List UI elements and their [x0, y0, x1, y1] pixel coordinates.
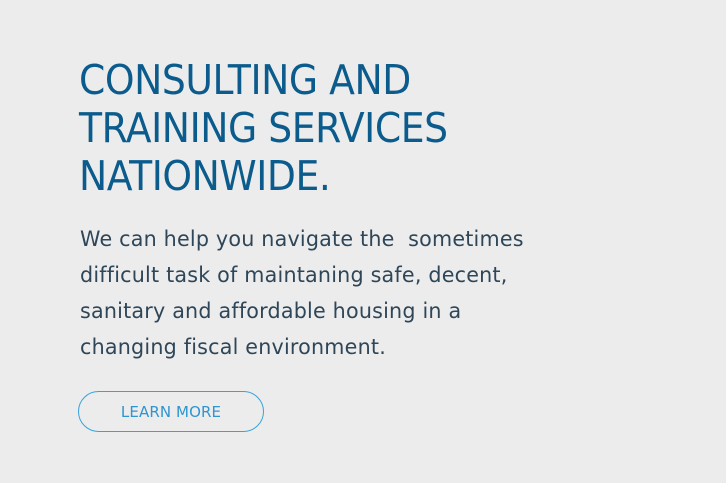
description-line: We can help you navigate the sometimes	[80, 227, 524, 251]
hero-section: CONSULTING AND TRAINING SERVICES NATIONW…	[79, 56, 639, 200]
learn-more-button[interactable]: LEARN MORE	[78, 391, 264, 432]
description-line: changing fiscal environment.	[80, 335, 386, 359]
description-line: sanitary and affordable housing in a	[80, 299, 462, 323]
headline-line: CONSULTING AND	[79, 56, 411, 104]
headline-line: TRAINING SERVICES	[79, 104, 448, 152]
hero-description: We can help you navigate the sometimes d…	[80, 221, 573, 365]
headline-line: NATIONWIDE.	[79, 152, 331, 200]
description-line: difficult task of maintaning safe, decen…	[80, 263, 508, 287]
hero-headline: CONSULTING AND TRAINING SERVICES NATIONW…	[79, 56, 557, 200]
